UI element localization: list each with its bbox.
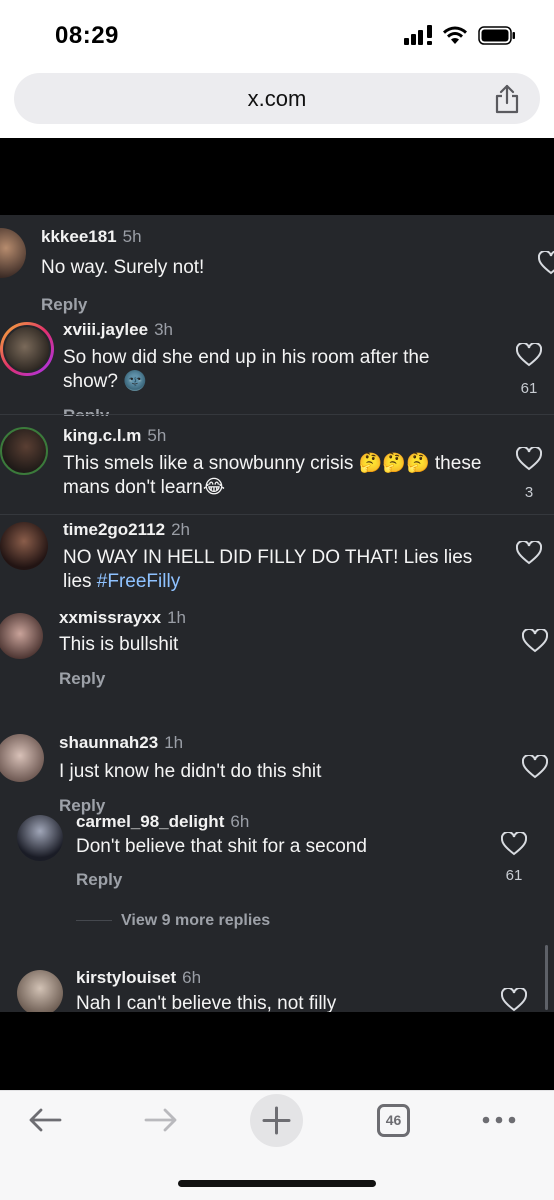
battery-icon bbox=[478, 26, 515, 45]
cellular-signal-icon bbox=[404, 25, 432, 45]
divider bbox=[0, 514, 554, 515]
like-heart-icon[interactable] bbox=[522, 629, 548, 653]
avatar[interactable] bbox=[0, 613, 43, 659]
comment-username[interactable]: xviii.jaylee 3h bbox=[63, 320, 173, 340]
status-time: 08:29 bbox=[55, 22, 119, 49]
home-indicator bbox=[178, 1180, 376, 1187]
like-count: 3 bbox=[524, 484, 534, 501]
avatar[interactable] bbox=[0, 734, 44, 782]
comment-text: This smels like a snowbunny crisis 🤔🤔🤔 t… bbox=[63, 453, 482, 498]
like-heart-icon[interactable] bbox=[516, 343, 542, 367]
status-bar: 08:29 bbox=[0, 0, 554, 70]
address-bar[interactable]: x.com bbox=[14, 73, 540, 124]
avatar[interactable] bbox=[0, 427, 48, 475]
plus-icon bbox=[262, 1106, 291, 1135]
more-options-icon[interactable] bbox=[482, 1116, 516, 1124]
share-icon[interactable] bbox=[494, 84, 520, 114]
scrollbar[interactable] bbox=[545, 945, 548, 1010]
like-count: 61 bbox=[520, 380, 538, 397]
tabs-button[interactable]: 46 bbox=[377, 1104, 410, 1137]
video-letterbox-bottom bbox=[0, 1012, 554, 1090]
avatar-with-story-ring[interactable] bbox=[0, 322, 54, 376]
divider bbox=[0, 414, 554, 415]
comment-text: Don't believe that shit for a second bbox=[76, 836, 367, 857]
comment-username[interactable]: kirstylouiset 6h bbox=[76, 968, 201, 988]
comment-username[interactable]: shaunnah23 1h bbox=[59, 733, 183, 753]
reply-button[interactable]: Reply bbox=[59, 669, 105, 689]
tab-count-label: 46 bbox=[385, 1112, 402, 1128]
avatar[interactable] bbox=[17, 815, 63, 861]
avatar[interactable] bbox=[17, 970, 63, 1012]
video-letterbox-top bbox=[0, 138, 554, 216]
comment-text: Nah I can't believe this, not filly bbox=[76, 993, 337, 1012]
new-tab-button[interactable] bbox=[250, 1094, 303, 1147]
reply-button[interactable]: Reply bbox=[41, 295, 87, 315]
like-heart-icon[interactable] bbox=[538, 251, 554, 275]
like-count: 61 bbox=[505, 867, 523, 884]
view-more-line bbox=[76, 920, 112, 921]
like-heart-icon[interactable] bbox=[501, 832, 527, 856]
comment-text: So how did she end up in his room after … bbox=[63, 347, 430, 392]
comment-username[interactable]: carmel_98_delight 6h bbox=[76, 812, 249, 832]
reply-button[interactable]: Reply bbox=[76, 870, 122, 890]
like-heart-icon[interactable] bbox=[522, 755, 548, 779]
avatar[interactable] bbox=[0, 228, 26, 278]
like-heart-icon[interactable] bbox=[516, 541, 542, 565]
comments-panel[interactable]: kkkee181 5h No way. Surely not! Reply xvi… bbox=[0, 215, 554, 1012]
hashtag-link[interactable]: #FreeFilly bbox=[97, 571, 180, 592]
comment-username[interactable]: time2go2112 2h bbox=[63, 520, 190, 540]
comment-text: This is bullshit bbox=[59, 634, 179, 655]
like-heart-icon[interactable] bbox=[501, 988, 527, 1012]
view-more-replies-button[interactable]: View 9 more replies bbox=[121, 912, 270, 930]
comment-text: I just know he didn't do this shit bbox=[59, 761, 322, 782]
back-arrow-icon[interactable] bbox=[28, 1108, 62, 1132]
forward-arrow-icon[interactable] bbox=[144, 1108, 178, 1132]
avatar[interactable] bbox=[0, 522, 48, 570]
comment-text: NO WAY IN HELL DID FILLY DO THAT! Lies l… bbox=[63, 547, 473, 592]
comment-username[interactable]: king.c.l.m 5h bbox=[63, 426, 166, 446]
comment-text: No way. Surely not! bbox=[41, 257, 205, 278]
comment-username[interactable]: kkkee181 5h bbox=[41, 227, 142, 247]
wifi-icon bbox=[443, 26, 467, 44]
comment-username[interactable]: xxmissrayxx 1h bbox=[59, 608, 186, 628]
like-heart-icon[interactable] bbox=[516, 447, 542, 471]
url-text[interactable]: x.com bbox=[14, 86, 540, 112]
